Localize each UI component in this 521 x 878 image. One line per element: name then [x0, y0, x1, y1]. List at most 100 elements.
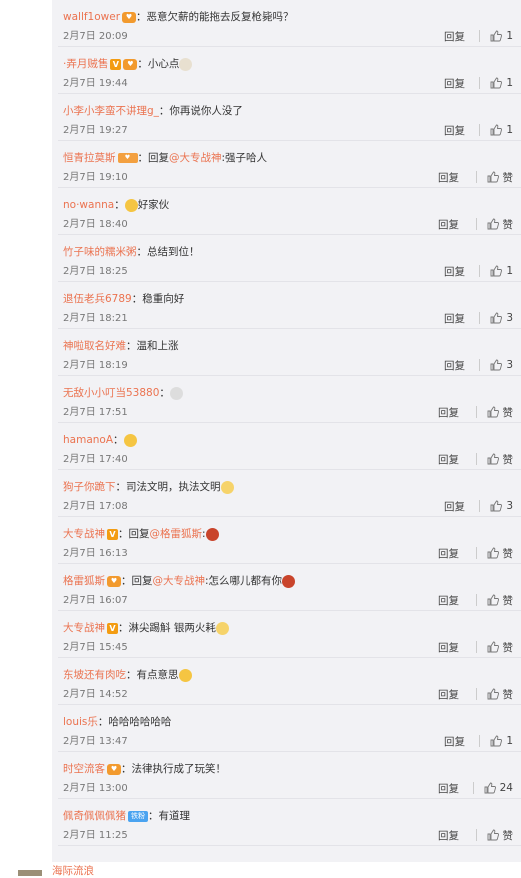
comment-text: ：恶意欠薪的能拖去反复枪毙吗？	[136, 11, 294, 23]
divider	[479, 30, 481, 42]
fan-heart-icon: ♥	[122, 11, 137, 23]
like-button[interactable]: 赞	[475, 639, 513, 655]
like-button[interactable]: 赞	[475, 404, 513, 420]
like-button[interactable]: 赞	[475, 686, 513, 702]
like-button[interactable]: 24	[472, 780, 513, 796]
thumbs-up-icon	[490, 359, 503, 371]
mention-link[interactable]: @格雷狐斯	[150, 528, 203, 540]
username-link[interactable]: 退伍老兵6789	[63, 293, 132, 305]
username-link[interactable]: 恒青拉莫斯	[63, 152, 116, 164]
like-count: 1	[506, 124, 513, 136]
username-link[interactable]: 小李小李蛮不讲理g_	[63, 105, 159, 117]
comment-content: louis乐：哈哈哈哈哈哈	[63, 715, 171, 729]
fan-badge: 铁粉	[128, 810, 148, 822]
comment-text: ：温和上涨	[126, 340, 179, 352]
mention-link[interactable]: @大专战神	[169, 152, 222, 164]
comment-date: 2月7日 18:21	[63, 313, 128, 324]
username-link[interactable]: 佩奇佩佩佩猪	[63, 810, 126, 822]
reply-button[interactable]: 回复	[438, 454, 459, 466]
comment-text: ：	[159, 387, 170, 399]
comment-date: 2月7日 18:25	[63, 266, 128, 277]
like-button[interactable]: 赞	[475, 169, 514, 185]
username-link[interactable]: louis乐	[63, 716, 98, 728]
comment-text: ：稳重向好	[131, 293, 185, 305]
like-button[interactable]: 3	[479, 357, 513, 373]
comment-date: 2月7日 11:25	[63, 830, 128, 841]
comment-text: ：你再说你人没了	[158, 105, 243, 117]
divider	[479, 124, 481, 136]
like-button[interactable]: 3	[479, 310, 513, 326]
reply-button[interactable]: 回复	[438, 407, 459, 419]
like-button[interactable]: 赞	[475, 592, 513, 608]
username-link[interactable]: 格雷狐斯	[63, 575, 105, 587]
comment-row: 大专战神 V ：回复@格雷狐斯: 2月7日 16:13 回复 赞	[52, 517, 521, 564]
reply-button[interactable]: 回复	[438, 548, 459, 560]
username-link[interactable]: 大专战神	[63, 528, 105, 540]
like-count: 3	[506, 500, 513, 512]
vip-badge-icon: V	[110, 58, 122, 70]
thumbs-up-icon	[490, 312, 503, 324]
like-button[interactable]: 赞	[475, 827, 513, 843]
like-button[interactable]: 1	[479, 122, 513, 138]
like-button[interactable]: 1	[479, 733, 513, 749]
comment-content: 退伍老兵6789：稳重向好	[63, 292, 184, 306]
reply-button[interactable]: 回复	[444, 31, 465, 43]
divider	[475, 688, 477, 700]
comment-text: ：总结到位！	[136, 246, 200, 258]
reply-button[interactable]: 回复	[438, 642, 459, 654]
username-link[interactable]: 狗子你跪下	[63, 481, 116, 493]
username-link[interactable]: 神啦取名好难	[63, 340, 126, 352]
reply-button[interactable]: 回复	[444, 125, 465, 137]
thumbs-up-icon	[484, 782, 496, 794]
mention-link[interactable]: @大专战神	[153, 575, 206, 587]
reply-button[interactable]: 回复	[438, 830, 459, 842]
like-count: 赞	[502, 171, 514, 184]
like-button[interactable]: 3	[479, 498, 513, 514]
username[interactable]: 海际流浪	[52, 863, 94, 878]
like-button[interactable]: 赞	[475, 545, 513, 561]
like-button[interactable]: 1	[479, 75, 513, 91]
comment-content: 狗子你跪下：司法文明，执法文明	[63, 480, 234, 494]
reply-button[interactable]: 回复	[444, 360, 465, 372]
reply-button[interactable]: 回复	[438, 689, 459, 701]
like-button[interactable]: 赞	[475, 216, 513, 232]
comment-text: ：回复	[118, 528, 150, 540]
comment-row: 大专战神 V ：淋尖踢斛 银两火耗 2月7日 15:45 回复 赞	[52, 611, 521, 658]
reply-button[interactable]: 回复	[444, 266, 465, 278]
emoji-icon	[169, 386, 183, 400]
thumbs-up-icon	[490, 500, 503, 512]
username-link[interactable]: wallf1ower	[63, 11, 120, 23]
like-button[interactable]: 1	[479, 28, 513, 44]
reply-button[interactable]: 回复	[438, 783, 459, 795]
comment-row: 退伍老兵6789：稳重向好 2月7日 18:21 回复 3	[52, 282, 521, 329]
reply-button[interactable]: 回复	[444, 501, 465, 513]
reply-button[interactable]: 回复	[444, 78, 465, 90]
username-link[interactable]: ·弄月贼售	[63, 58, 108, 70]
reply-button[interactable]: 回复	[444, 736, 465, 748]
thumbs-up-icon	[487, 829, 499, 841]
comment-content: 大专战神 V ：回复@格雷狐斯:	[63, 527, 219, 541]
username-link[interactable]: 大专战神	[63, 622, 105, 634]
username-link[interactable]: hamanoA	[63, 434, 113, 446]
divider	[479, 500, 481, 512]
comment-row: hamanoA： 2月7日 17:40 回复 赞	[52, 423, 521, 470]
reply-button[interactable]: 回复	[438, 219, 459, 231]
thumbs-up-icon	[487, 641, 499, 653]
like-button[interactable]: 1	[479, 263, 513, 279]
username-link[interactable]: 竹子味的糯米粥	[63, 246, 137, 258]
reply-button[interactable]: 回复	[438, 595, 459, 607]
like-button[interactable]: 赞	[475, 451, 513, 467]
username-link[interactable]: 时空流客	[63, 763, 105, 775]
reply-button[interactable]: 回复	[444, 313, 465, 325]
vip-badge-icon: V	[107, 622, 118, 634]
like-count: 1	[506, 265, 513, 277]
comment-date: 2月7日 17:08	[63, 501, 128, 512]
comment-row: ·弄月贼售 V ♥ ：小心点 2月7日 19:44 回复 1	[52, 47, 521, 94]
username-link[interactable]: 东坡还有肉吃	[63, 669, 126, 681]
reply-button[interactable]: 回复	[438, 172, 459, 184]
username-link[interactable]: 无敌小小叮当53880	[63, 387, 159, 399]
emoji-icon	[179, 57, 193, 71]
avatar[interactable]	[18, 870, 42, 876]
username-link[interactable]: no·wanna	[63, 199, 114, 211]
divider	[475, 829, 477, 841]
